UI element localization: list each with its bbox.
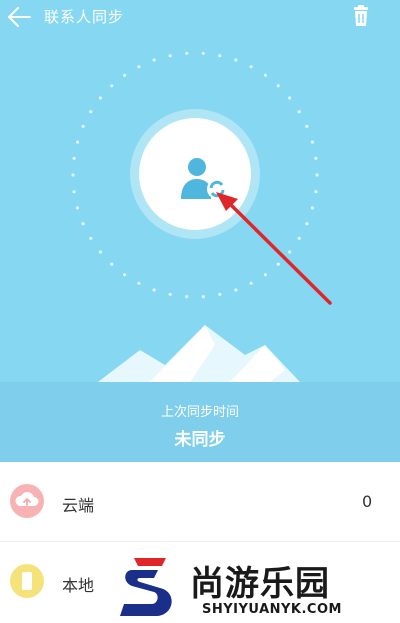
- back-arrow-icon[interactable]: [6, 4, 34, 30]
- list-item-label: 本地: [62, 576, 95, 595]
- brand-name: 尚游乐园: [190, 564, 330, 604]
- trash-icon[interactable]: [348, 3, 374, 29]
- list-item-count: 0: [362, 492, 373, 511]
- list-item-label: 云端: [62, 496, 95, 515]
- phone-icon: [10, 564, 44, 598]
- top-bar: 联系人同步: [0, 0, 400, 36]
- brand-url: SHYIYUANYK.COM: [202, 602, 342, 617]
- sync-hero: 联系人同步 上次同步时间 未同步: [0, 0, 400, 462]
- cloud-icon: [10, 484, 44, 518]
- annotation-arrow: [216, 192, 332, 305]
- watermark: 尚游乐园 SHYIYUANYK.COM: [118, 556, 400, 623]
- list-item-cloud[interactable]: 云端 0: [0, 462, 400, 542]
- last-sync-value: 未同步: [174, 430, 226, 450]
- brand-logo-icon: [120, 558, 172, 616]
- page-title: 联系人同步: [44, 8, 125, 26]
- last-sync-label: 上次同步时间: [160, 405, 239, 420]
